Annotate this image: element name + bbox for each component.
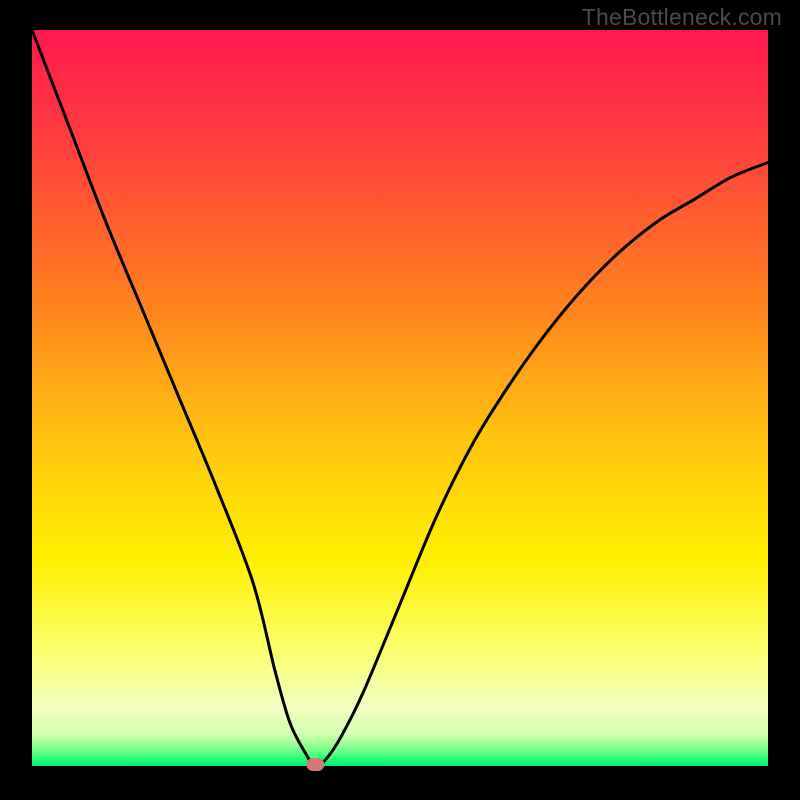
gradient-background	[32, 30, 768, 766]
bottleneck-chart	[0, 0, 800, 800]
watermark-text: TheBottleneck.com	[582, 4, 782, 31]
chart-frame: TheBottleneck.com	[0, 0, 800, 800]
optimal-marker	[306, 758, 324, 771]
